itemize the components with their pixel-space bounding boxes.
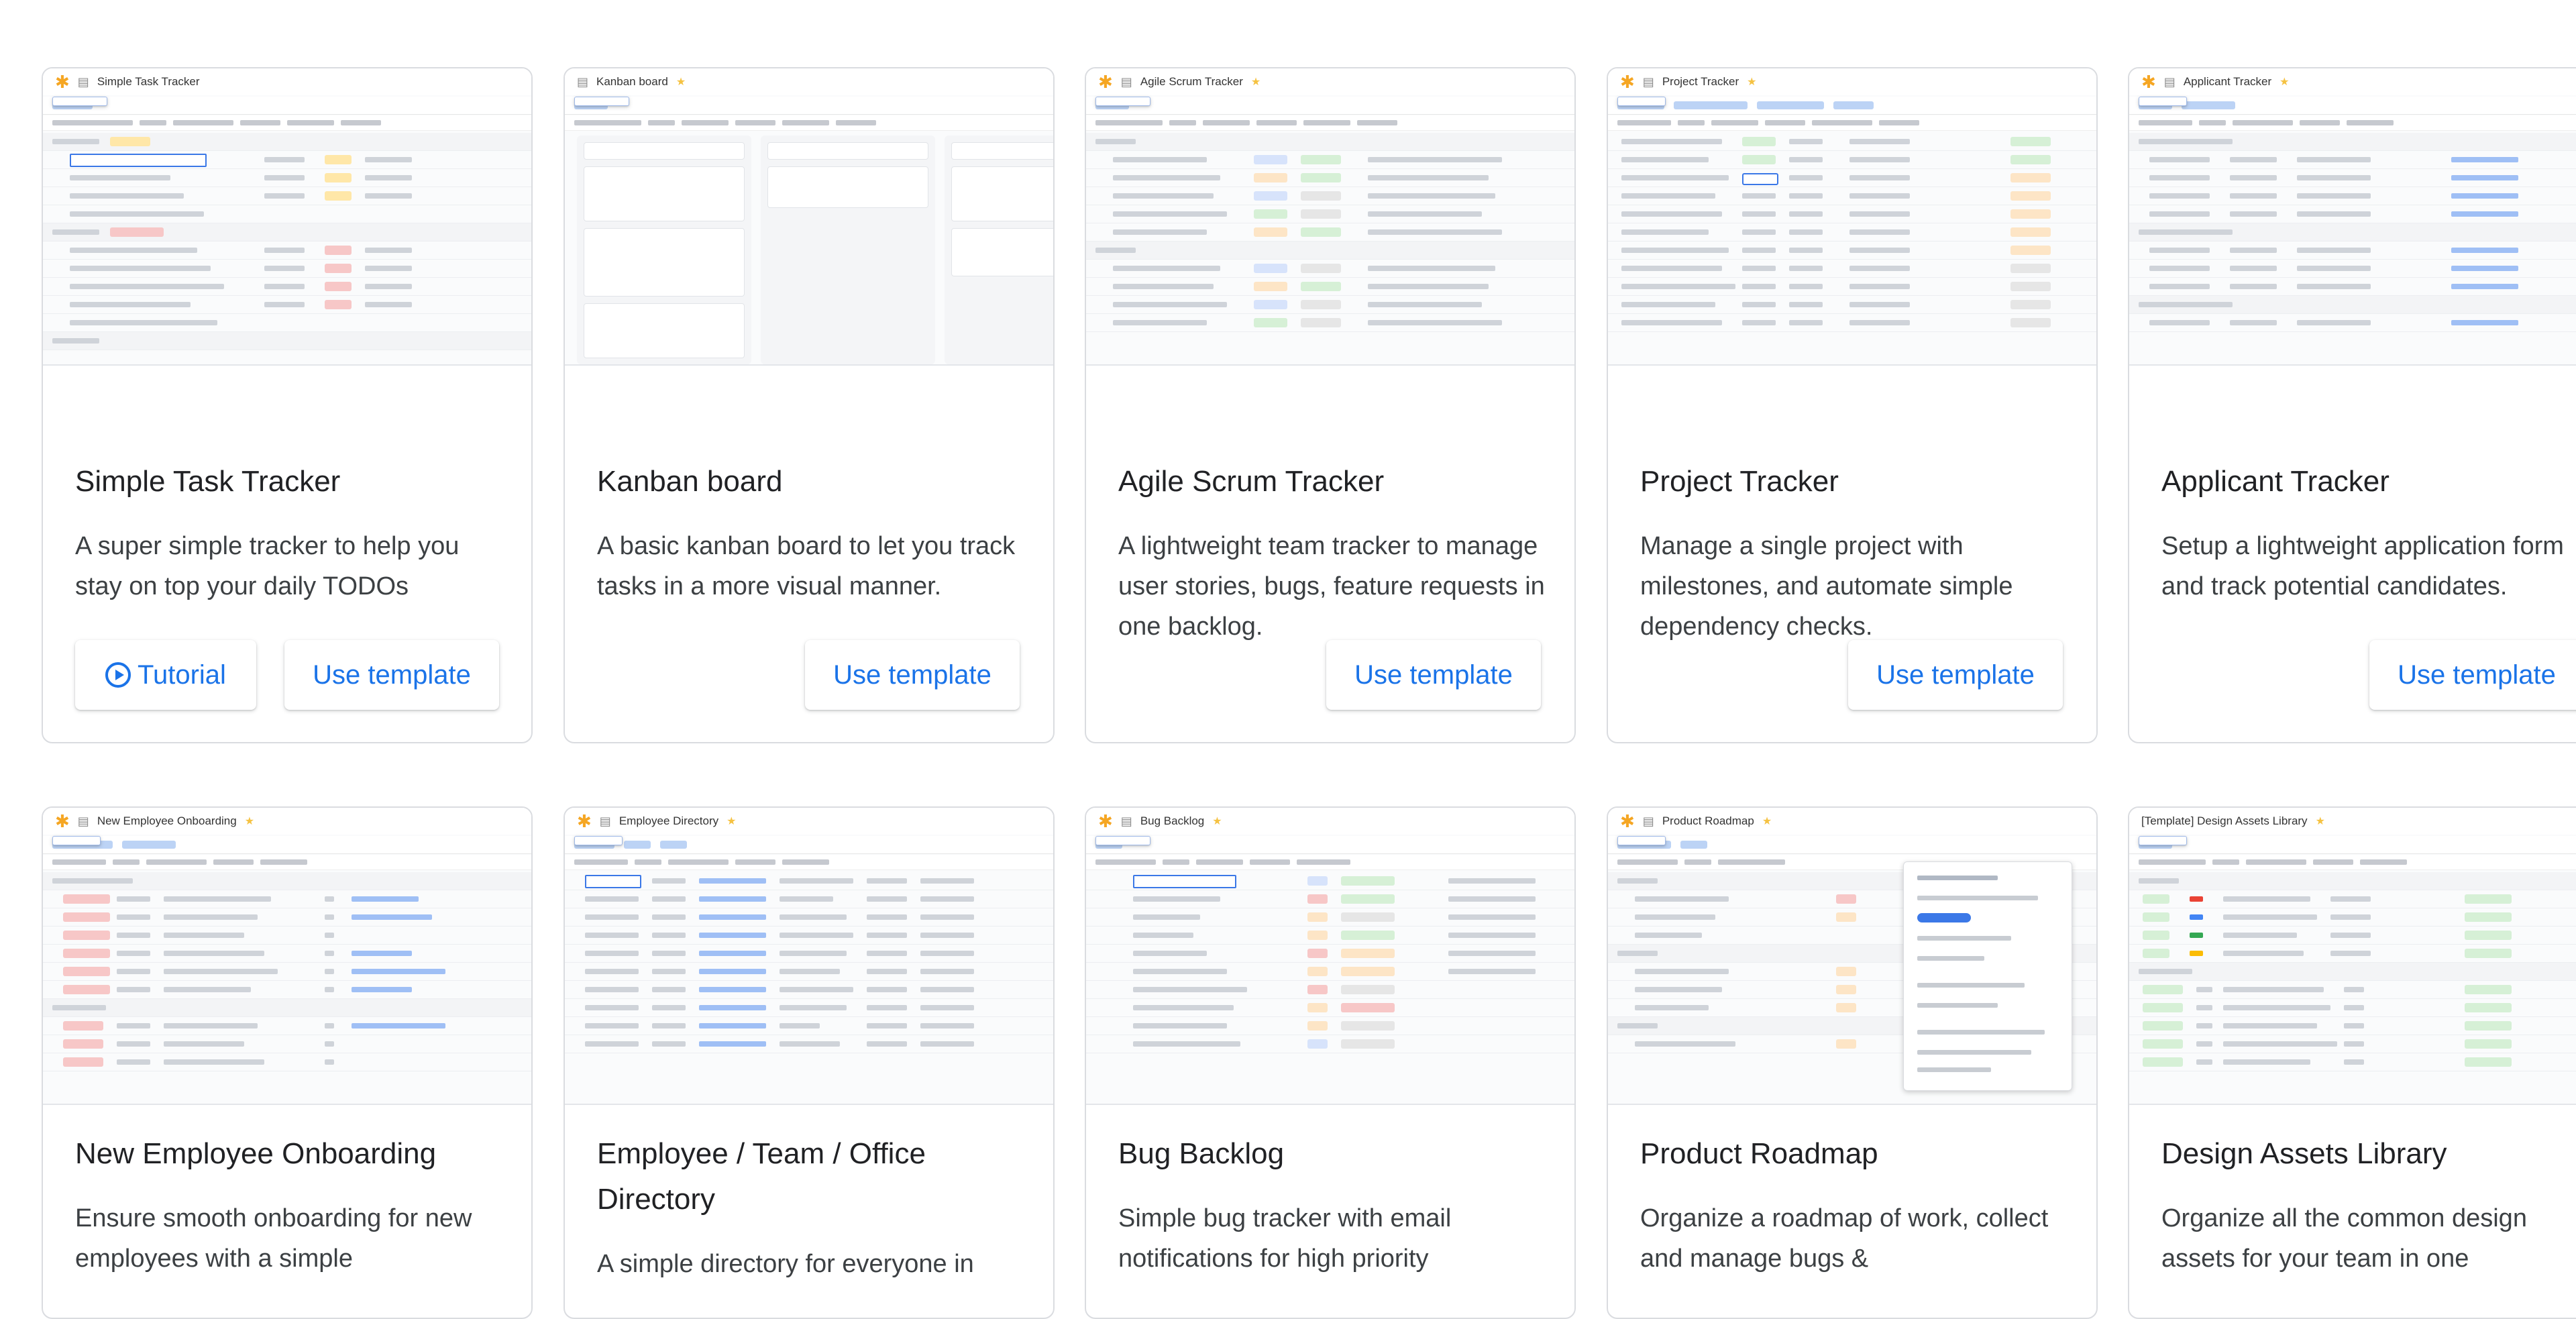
- use-template-button[interactable]: Use template: [1848, 640, 2063, 710]
- card-description: Organize a roadmap of work, collect and …: [1640, 1204, 2049, 1273]
- document-icon: ▤: [599, 814, 611, 828]
- document-icon: ▤: [1120, 74, 1132, 89]
- template-card-agile-scrum-tracker[interactable]: ✱ ▤ Agile Scrum Tracker ★ Agile Scrum Tr…: [1085, 67, 1576, 743]
- app-logo-icon: ✱: [577, 811, 592, 831]
- template-card-bug-backlog[interactable]: ✱ ▤ Bug Backlog ★ Bug Backlog Simple bug…: [1085, 806, 1576, 1319]
- card-title: Project Tracker: [1640, 465, 1839, 498]
- preview-doc-title: Simple Task Tracker: [97, 75, 200, 88]
- document-icon: ▤: [77, 74, 89, 89]
- card-description: Manage a single project with milestones,…: [1640, 532, 2013, 641]
- preview-doc-title: Product Roadmap: [1662, 814, 1754, 827]
- star-icon: ★: [2279, 76, 2290, 88]
- use-template-label: Use template: [2398, 660, 2556, 690]
- template-preview: ✱ ▤ Applicant Tracker ★: [2129, 68, 2576, 366]
- use-template-button[interactable]: Use template: [284, 640, 499, 710]
- document-icon: ▤: [577, 74, 589, 89]
- card-title: Employee / Team / Office Directory: [597, 1137, 926, 1216]
- preview-doc-title: New Employee Onboarding: [97, 814, 237, 827]
- star-icon: ★: [727, 816, 737, 827]
- preview-doc-title: Agile Scrum Tracker: [1140, 75, 1243, 88]
- use-template-button[interactable]: Use template: [2369, 640, 2576, 710]
- app-logo-icon: ✱: [1620, 72, 1635, 92]
- card-title: Design Assets Library: [2161, 1137, 2447, 1170]
- template-preview: ✱ ▤ Simple Task Tracker: [43, 68, 531, 366]
- app-logo-icon: ✱: [2141, 72, 2156, 92]
- use-template-label: Use template: [1876, 660, 2035, 690]
- preview-doc-title: Kanban board: [596, 75, 668, 88]
- star-icon: ★: [1212, 816, 1222, 827]
- document-icon: ▤: [1120, 814, 1132, 828]
- card-title: Simple Task Tracker: [75, 465, 341, 498]
- template-preview: ✱ ▤ Bug Backlog ★: [1086, 808, 1574, 1105]
- template-card-product-roadmap[interactable]: ✱ ▤ Product Roadmap ★ Product Roadmap Or…: [1607, 806, 2098, 1319]
- card-description: Setup a lightweight application form and…: [2161, 532, 2564, 600]
- card-title: Applicant Tracker: [2161, 465, 2390, 498]
- card-description: Organize all the common design assets fo…: [2161, 1204, 2527, 1273]
- star-icon: ★: [1747, 76, 1757, 88]
- star-icon: ★: [244, 816, 255, 827]
- use-template-button[interactable]: Use template: [805, 640, 1020, 710]
- template-card-employee-directory[interactable]: ✱ ▤ Employee Directory ★ Employee / Team…: [564, 806, 1055, 1319]
- template-preview: ▤ Kanban board ★: [565, 68, 1053, 366]
- template-preview: ✱ ▤ Project Tracker ★: [1608, 68, 2096, 366]
- template-card-new-employee-onboarding[interactable]: ✱ ▤ New Employee Onboarding ★ New Employ…: [42, 806, 533, 1319]
- use-template-button[interactable]: Use template: [1326, 640, 1541, 710]
- use-template-label: Use template: [1354, 660, 1513, 690]
- template-card-applicant-tracker[interactable]: ✱ ▤ Applicant Tracker ★ Applicant Tracke…: [2128, 67, 2576, 743]
- card-description: A basic kanban board to let you track ta…: [597, 532, 1016, 600]
- document-icon: ▤: [1642, 814, 1654, 828]
- preview-doc-title: Employee Directory: [619, 814, 719, 827]
- star-icon: ★: [1250, 76, 1261, 88]
- preview-doc-title: Bug Backlog: [1140, 814, 1205, 827]
- card-title: Agile Scrum Tracker: [1118, 465, 1385, 498]
- template-preview: [Template] Design Assets Library ★: [2129, 808, 2576, 1105]
- preview-doc-title: [Template] Design Assets Library: [2141, 814, 2308, 827]
- document-icon: ▤: [2163, 74, 2176, 89]
- template-card-design-assets-library[interactable]: [Template] Design Assets Library ★ Desig…: [2128, 806, 2576, 1319]
- star-icon: ★: [676, 76, 686, 88]
- card-description: A lightweight team tracker to manage use…: [1118, 532, 1545, 641]
- app-logo-icon: ✱: [55, 72, 70, 92]
- template-card-kanban-board[interactable]: ▤ Kanban board ★ Kanban board A basic ka…: [564, 67, 1055, 743]
- document-icon: ▤: [1642, 74, 1654, 89]
- template-card-project-tracker[interactable]: ✱ ▤ Project Tracker ★ Project Tracker Ma…: [1607, 67, 2098, 743]
- document-icon: ▤: [77, 814, 89, 828]
- preview-doc-title: Applicant Tracker: [2183, 75, 2272, 88]
- app-logo-icon: ✱: [55, 811, 70, 831]
- app-logo-icon: ✱: [1098, 72, 1113, 92]
- card-title: Product Roadmap: [1640, 1137, 1878, 1170]
- tutorial-button[interactable]: Tutorial: [75, 640, 256, 710]
- use-template-label: Use template: [833, 660, 991, 690]
- template-card-simple-task-tracker[interactable]: ✱ ▤ Simple Task Tracker Simple Task Trac…: [42, 67, 533, 743]
- template-preview: ✱ ▤ Employee Directory ★: [565, 808, 1053, 1105]
- tutorial-button-label: Tutorial: [138, 660, 226, 690]
- app-logo-icon: ✱: [1620, 811, 1635, 831]
- card-title: New Employee Onboarding: [75, 1137, 437, 1170]
- card-title: Kanban board: [597, 465, 783, 498]
- template-preview: ✱ ▤ Agile Scrum Tracker ★: [1086, 68, 1574, 366]
- template-preview: ✱ ▤ Product Roadmap ★: [1608, 808, 2096, 1105]
- play-circle-icon: [105, 662, 131, 688]
- star-icon: ★: [1762, 816, 1772, 827]
- card-description: A simple directory for everyone in: [597, 1250, 974, 1278]
- preview-doc-title: Project Tracker: [1662, 75, 1739, 88]
- template-preview: ✱ ▤ New Employee Onboarding ★: [43, 808, 531, 1105]
- card-title: Bug Backlog: [1118, 1137, 1285, 1170]
- star-icon: ★: [2315, 816, 2325, 827]
- card-description: Simple bug tracker with email notificati…: [1118, 1204, 1452, 1273]
- card-description: A super simple tracker to help you stay …: [75, 532, 460, 600]
- app-logo-icon: ✱: [1098, 811, 1113, 831]
- card-description: Ensure smooth onboarding for new employe…: [75, 1204, 472, 1273]
- use-template-label: Use template: [313, 660, 471, 690]
